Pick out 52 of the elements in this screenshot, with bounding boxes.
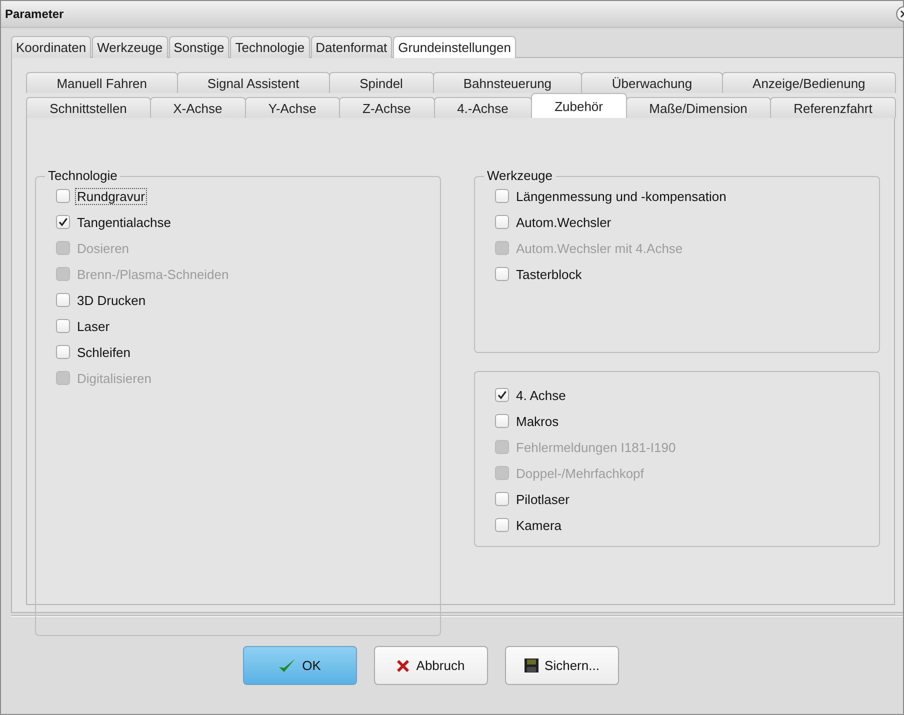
tab[interactable]: Sonstige	[168, 36, 230, 58]
checkbox[interactable]	[495, 215, 509, 229]
tab[interactable]: Grundeinstellungen	[393, 36, 516, 58]
group-title: Technologie	[45, 168, 120, 184]
checkbox[interactable]	[56, 215, 70, 229]
checkbox-label[interactable]: Schleifen	[75, 344, 132, 360]
window-title: Parameter	[5, 7, 64, 21]
tab[interactable]: Anzeige/Bedienung	[722, 72, 896, 93]
checkbox-label[interactable]: Tangentialachse	[75, 214, 173, 230]
tab[interactable]: Maße/Dimension	[626, 97, 772, 118]
tab[interactable]: Signal Assistent	[176, 72, 330, 93]
check-icon	[278, 658, 296, 674]
tab[interactable]: Manuell Fahren	[26, 72, 178, 93]
checkbox[interactable]	[495, 267, 509, 281]
tab[interactable]: Überwachung	[581, 72, 723, 93]
checkbox[interactable]	[56, 319, 70, 333]
checkbox[interactable]	[495, 388, 509, 402]
checkbox-label[interactable]: Tasterblock	[514, 266, 584, 282]
group-title: Werkzeuge	[484, 168, 556, 184]
checkbox[interactable]	[495, 414, 509, 428]
checkbox-label[interactable]: Längenmessung und -kompensation	[514, 188, 728, 204]
dialog-button[interactable]: Sichern...	[504, 646, 618, 685]
checkbox[interactable]	[495, 189, 509, 203]
tab[interactable]: Y-Achse	[244, 97, 340, 118]
checkbox-label[interactable]: Autom.Wechsler	[514, 214, 614, 230]
checkbox[interactable]	[56, 345, 70, 359]
checkbox[interactable]	[495, 492, 509, 506]
tab[interactable]: Bahnsteuerung	[432, 72, 582, 93]
dialog-button[interactable]: Abbruch	[374, 646, 488, 685]
tab[interactable]: Referenzfahrt	[770, 97, 896, 118]
cross-icon	[396, 658, 410, 672]
checkbox[interactable]	[56, 293, 70, 307]
tab[interactable]: X-Achse	[150, 97, 246, 118]
dialog-button[interactable]: OK	[242, 646, 356, 685]
tab[interactable]: Schnittstellen	[26, 97, 150, 118]
tab[interactable]: Datenformat	[310, 36, 392, 58]
tab[interactable]: Technologie	[230, 36, 310, 58]
tab[interactable]: Werkzeuge	[92, 36, 168, 58]
checkbox-label[interactable]: 3D Drucken	[75, 292, 148, 308]
checkbox-label[interactable]: Rundgravur	[75, 188, 147, 204]
checkbox-label[interactable]: Pilotlaser	[514, 490, 572, 508]
checkbox-label[interactable]: Laser	[75, 318, 112, 334]
checkbox-label[interactable]: Kamera	[514, 516, 564, 534]
checkbox[interactable]	[56, 189, 70, 203]
tab[interactable]: Spindel	[328, 72, 434, 93]
tab[interactable]: 4.-Achse	[434, 97, 532, 118]
tab[interactable]: Koordinaten	[11, 36, 92, 58]
checkbox[interactable]	[495, 518, 509, 532]
tab[interactable]: Z-Achse	[338, 97, 434, 118]
tab[interactable]: Zubehör	[530, 93, 627, 118]
checkbox-label[interactable]: Makros	[514, 412, 561, 430]
checkbox-label[interactable]: 4. Achse	[514, 386, 568, 404]
